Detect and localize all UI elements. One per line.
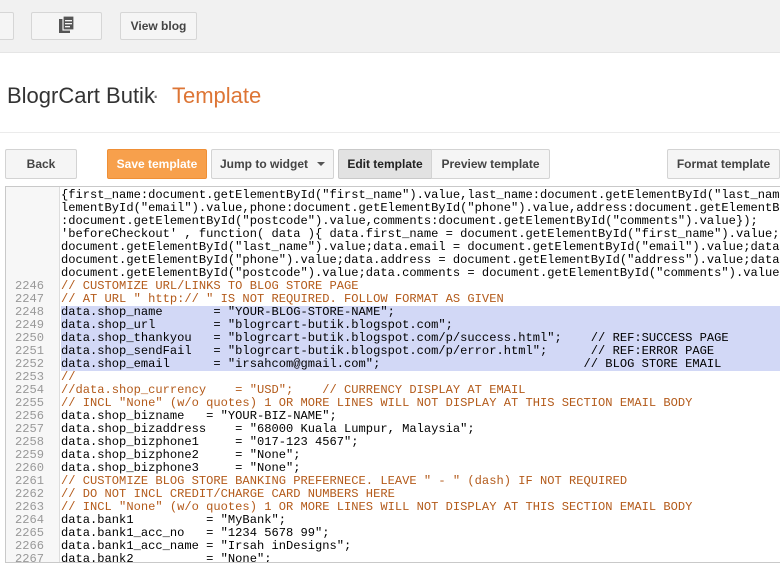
page-bottom: [0, 563, 780, 583]
edit-template-button[interactable]: Edit template: [338, 149, 432, 179]
preview-template-button[interactable]: Preview template: [431, 149, 550, 179]
title-separator: ·: [152, 83, 160, 108]
save-template-button[interactable]: Save template: [107, 149, 207, 179]
code-text: data.shop_email = "irsahcom@gmail.com"; …: [61, 358, 780, 371]
code-line[interactable]: 2267 data.bank2 = "None";: [6, 553, 780, 563]
blog-title: BlogrCart Butik: [7, 83, 155, 108]
code-lines[interactable]: {first_name:document.getElementById("fir…: [6, 189, 780, 563]
view-blog-button[interactable]: View blog: [120, 12, 197, 40]
code-line[interactable]: 2252 data.shop_email = "irsahcom@gmail.co…: [6, 358, 780, 371]
code-editor[interactable]: {first_name:document.getElementById("fir…: [5, 186, 780, 563]
top-toolbar: View blog: [0, 0, 780, 53]
jump-to-widget-label: Jump to widget: [220, 157, 308, 171]
partial-button[interactable]: [0, 12, 14, 40]
chevron-down-icon: [317, 162, 325, 166]
page-header: BlogrCart Butik · Template: [0, 52, 780, 133]
jump-to-widget-dropdown[interactable]: Jump to widget: [211, 149, 334, 179]
page-title: Template: [172, 83, 262, 108]
code-text: data.bank2 = "None";: [61, 552, 272, 563]
copy-document-button[interactable]: [31, 12, 102, 40]
format-template-button[interactable]: Format template: [667, 149, 780, 179]
line-number: 2267: [14, 552, 44, 563]
back-button[interactable]: Back: [5, 149, 77, 179]
copy-document-icon: [58, 16, 75, 33]
